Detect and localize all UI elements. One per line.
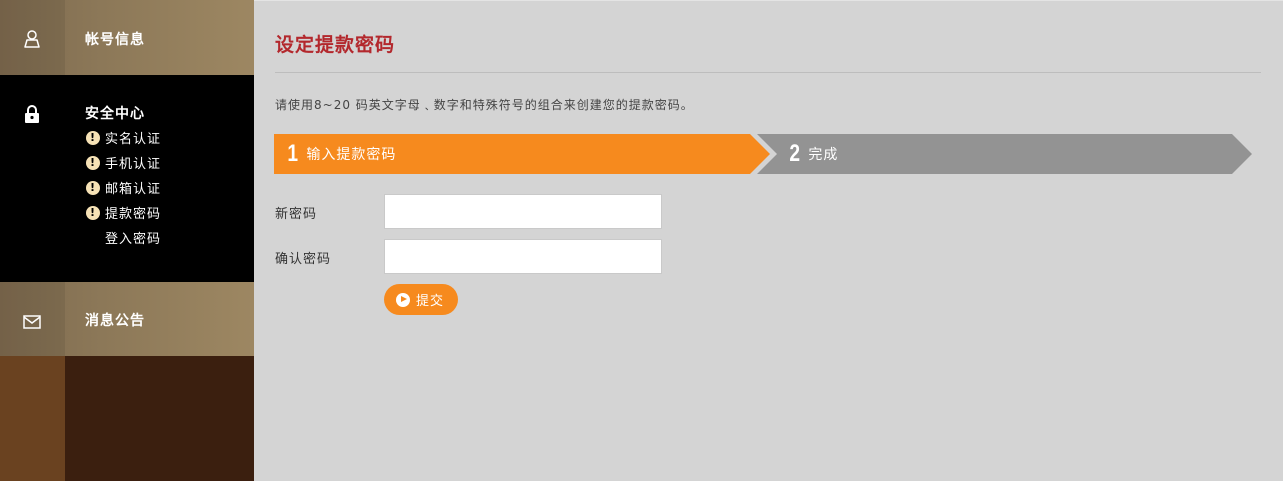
sidebar-item-messages[interactable]: 消息公告 (0, 282, 254, 356)
step-label: 输入提款密码 (306, 147, 397, 163)
warning-icon: ! (86, 155, 100, 170)
step-2: 2 完成 (788, 134, 838, 174)
mail-icon (23, 315, 41, 329)
page-title: 设定提款密码 (275, 34, 396, 56)
sidebar-item-label: 安全中心 (85, 106, 145, 122)
step-1: 1 输入提款密码 (286, 134, 396, 174)
sidebar-item-security[interactable]: 安全中心 ! 实名认证 ! 手机认证 ! 邮箱认证 ! 提款密码 登入密码 (0, 75, 254, 282)
sidebar-subitem-label: 实名认证 (105, 132, 162, 147)
new-password-field[interactable] (384, 194, 662, 229)
step-progress: 1 输入提款密码 2 完成 (274, 134, 1254, 174)
sidebar-subitem-realname[interactable]: ! 实名认证 (86, 128, 161, 147)
sidebar-subitem-withdraw-password[interactable]: ! 提款密码 (86, 203, 161, 222)
sidebar-subitem-label: 手机认证 (105, 157, 162, 172)
sidebar-item-label: 消息公告 (85, 313, 145, 329)
sidebar-subitem-phone[interactable]: ! 手机认证 (86, 153, 161, 172)
new-password-label: 新密码 (275, 207, 318, 222)
lock-icon (25, 105, 39, 123)
password-hint: 请使用8~20 码英文字母﹑数字和特殊符号的组合来创建您的提款密码。 (275, 98, 694, 112)
sidebar-subitem-label: 提款密码 (105, 207, 162, 222)
main-panel: 设定提款密码 请使用8~20 码英文字母﹑数字和特殊符号的组合来创建您的提款密码… (254, 0, 1283, 481)
warning-icon: ! (86, 205, 100, 220)
sidebar: 帐号信息 安全中心 ! 实名认证 ! 手机认证 ! 邮箱认证 ! 提款密码 登入… (0, 0, 254, 481)
play-icon (396, 292, 410, 307)
sidebar-subitem-label: 登入密码 (105, 232, 162, 247)
step-number: 2 (789, 140, 801, 167)
warning-icon: ! (86, 130, 100, 145)
sidebar-subitem-email[interactable]: ! 邮箱认证 (86, 178, 161, 197)
warning-icon: ! (86, 180, 100, 195)
step-number: 1 (287, 140, 299, 167)
sidebar-subitem-label: 邮箱认证 (105, 182, 162, 197)
user-icon (24, 30, 40, 48)
submit-button[interactable]: 提交 (384, 284, 458, 315)
sidebar-item-label: 帐号信息 (85, 32, 145, 48)
step-arrows (274, 134, 1252, 174)
sidebar-item-account[interactable]: 帐号信息 (0, 0, 254, 75)
title-divider (275, 72, 1261, 73)
sidebar-subitem-login-password[interactable]: 登入密码 (86, 228, 161, 247)
step-label: 完成 (808, 147, 839, 163)
submit-label: 提交 (416, 294, 445, 309)
confirm-password-label: 确认密码 (275, 252, 332, 267)
confirm-password-field[interactable] (384, 239, 662, 274)
